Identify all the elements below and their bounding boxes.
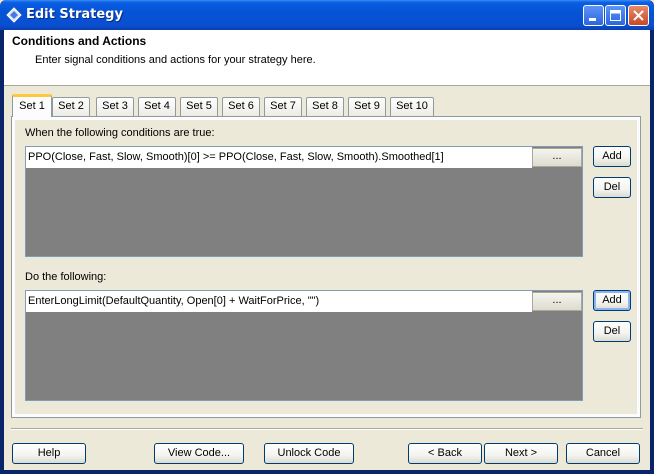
next-button[interactable]: Next >	[484, 443, 558, 464]
header-subtitle: Enter signal conditions and actions for …	[35, 54, 316, 66]
title-bar[interactable]: Edit Strategy	[0, 0, 654, 30]
edit-strategy-window: Edit Strategy Conditions and Actions Ent…	[0, 0, 654, 474]
conditions-list[interactable]: PPO(Close, Fast, Slow, Smooth)[0] >= PPO…	[25, 146, 583, 257]
actions-label: Do the following:	[25, 271, 107, 283]
maximize-button[interactable]	[605, 5, 626, 26]
conditions-label: When the following conditions are true:	[25, 127, 215, 139]
action-edit-button[interactable]: ...	[532, 292, 582, 311]
action-expression: EnterLongLimit(DefaultQuantity, Open[0] …	[28, 295, 320, 307]
dialog-body: Conditions and Actions Enter signal cond…	[4, 30, 650, 470]
tab-set-5[interactable]: Set 5	[180, 97, 218, 116]
view-code-button[interactable]: View Code...	[154, 443, 244, 464]
tab-set-4[interactable]: Set 4	[138, 97, 176, 116]
cancel-button[interactable]: Cancel	[566, 443, 640, 464]
condition-row[interactable]: PPO(Close, Fast, Slow, Smooth)[0] >= PPO…	[26, 147, 532, 168]
close-button[interactable]	[628, 5, 649, 26]
tab-panel: When the following conditions are true: …	[11, 116, 641, 418]
header-title: Conditions and Actions	[12, 34, 147, 48]
footer-divider	[11, 428, 643, 430]
tab-set-2[interactable]: Set 2	[52, 97, 90, 116]
unlock-code-button[interactable]: Unlock Code	[264, 443, 354, 464]
dialog-header: Conditions and Actions Enter signal cond…	[4, 30, 650, 86]
tab-set-7[interactable]: Set 7	[264, 97, 302, 116]
help-button[interactable]: Help	[12, 443, 86, 464]
add-condition-button[interactable]: Add	[593, 146, 631, 167]
tab-set-9[interactable]: Set 9	[348, 97, 386, 116]
condition-expression: PPO(Close, Fast, Slow, Smooth)[0] >= PPO…	[28, 151, 444, 163]
delete-condition-button[interactable]: Del	[593, 177, 631, 198]
actions-list[interactable]: EnterLongLimit(DefaultQuantity, Open[0] …	[25, 290, 583, 401]
action-row[interactable]: EnterLongLimit(DefaultQuantity, Open[0] …	[26, 291, 532, 312]
tab-set-3[interactable]: Set 3	[96, 97, 134, 116]
delete-action-button[interactable]: Del	[593, 321, 631, 342]
add-action-button[interactable]: Add	[593, 290, 631, 311]
tab-panel-content: When the following conditions are true: …	[15, 120, 637, 414]
window-title: Edit Strategy	[26, 7, 123, 22]
tab-set-10[interactable]: Set 10	[390, 97, 434, 116]
minimize-icon	[589, 18, 596, 21]
condition-edit-button[interactable]: ...	[532, 148, 582, 167]
tab-set-8[interactable]: Set 8	[306, 97, 344, 116]
back-button[interactable]: < Back	[408, 443, 482, 464]
maximize-icon	[610, 10, 621, 21]
tab-set-6[interactable]: Set 6	[222, 97, 260, 116]
minimize-button[interactable]	[583, 5, 604, 26]
strategy-icon	[6, 7, 22, 23]
tab-set-1[interactable]: Set 1	[12, 94, 52, 117]
close-icon	[633, 10, 644, 21]
